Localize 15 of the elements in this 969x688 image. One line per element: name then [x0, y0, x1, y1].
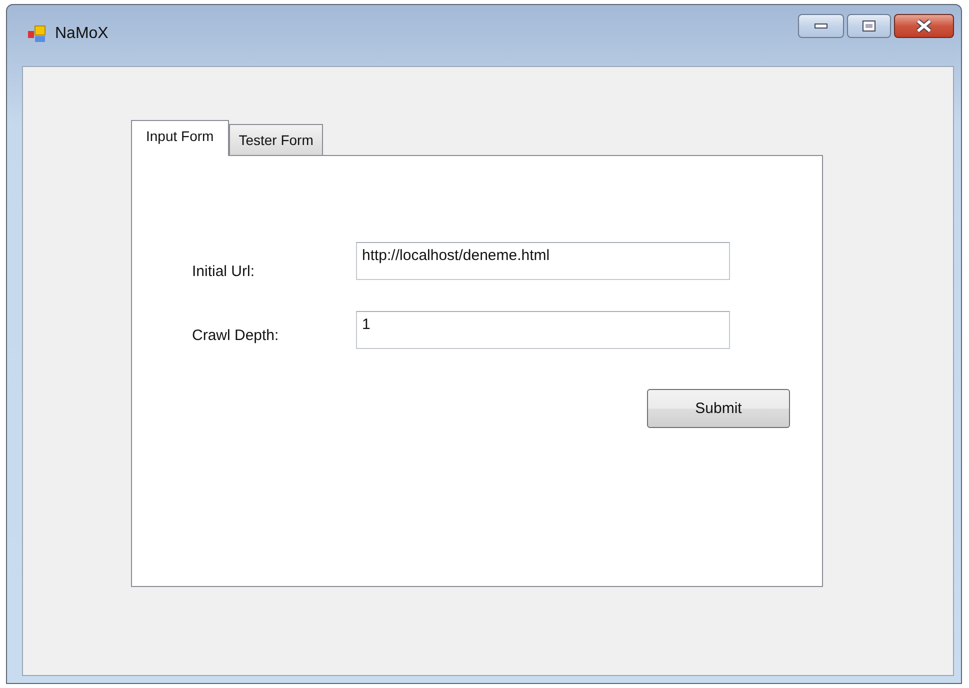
tab[interactable]: Input Form: [131, 120, 229, 156]
restore-icon: [862, 20, 876, 32]
field-label: Initial Url:: [192, 262, 256, 280]
maximize-button[interactable]: [847, 14, 891, 38]
window-title: NaMoX: [55, 24, 108, 42]
app-icon: [27, 24, 47, 42]
close-button[interactable]: [894, 14, 954, 38]
minimize-button[interactable]: [798, 14, 844, 38]
close-icon: [915, 19, 933, 33]
tab[interactable]: Tester Form: [228, 124, 324, 155]
field-label: Crawl Depth:: [192, 326, 280, 344]
input-field[interactable]: http://localhost/deneme.html: [356, 242, 730, 280]
input-field[interactable]: 1: [356, 311, 730, 349]
submit-button[interactable]: Submit: [647, 389, 790, 428]
minimize-icon: [814, 23, 828, 29]
